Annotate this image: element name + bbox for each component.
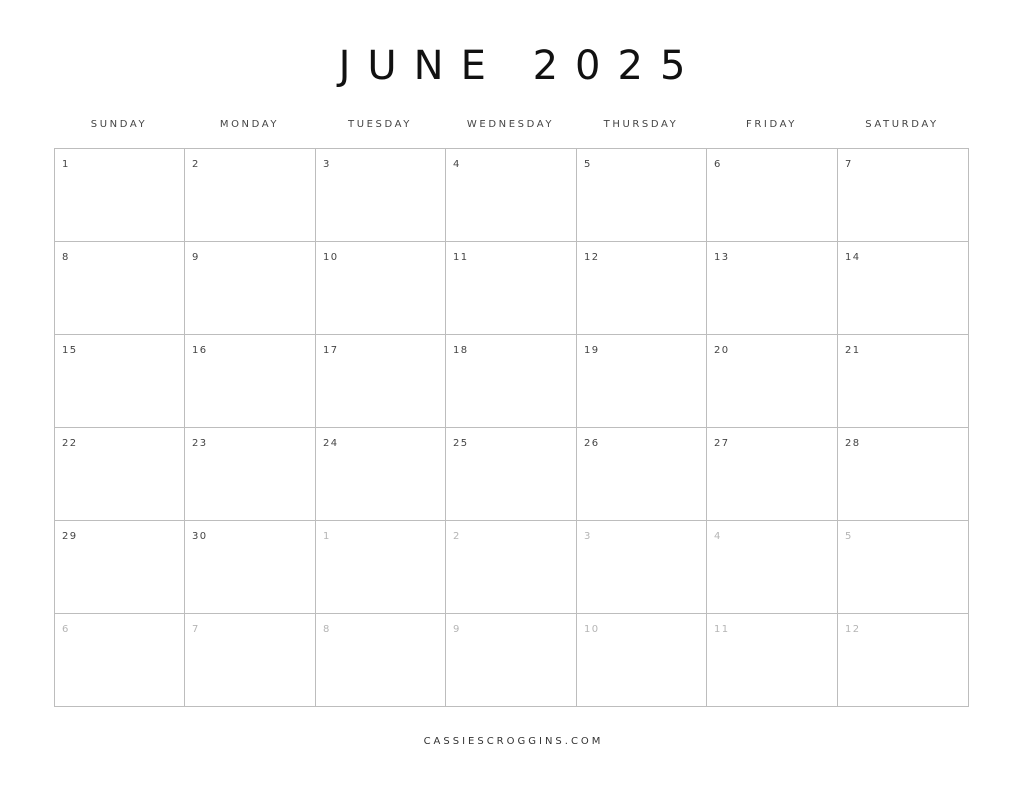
day-number: 19 [584,345,600,356]
weekday-label-thursday: THURSDAY [603,119,679,130]
day-cell-week2-thursday: 12 [577,242,707,335]
day-cell-week5-thursday: 3 [577,521,707,614]
day-cell-week1-tuesday: 3 [316,149,446,242]
day-number: 20 [714,345,730,356]
day-cell-week2-sunday: 8 [55,242,185,335]
day-cell-week3-saturday: 21 [838,335,968,428]
day-number: 11 [714,624,730,635]
day-number: 13 [714,252,730,263]
day-cell-week4-monday: 23 [185,428,316,521]
day-cell-week4-saturday: 28 [838,428,968,521]
day-cell-week1-thursday: 5 [577,149,707,242]
day-number: 14 [845,252,861,263]
day-number: 4 [714,531,722,542]
day-cell-week2-wednesday: 11 [446,242,577,335]
weekday-header-row: SUNDAY MONDAY TUESDAY WEDNESDAY THURSDAY… [54,116,969,136]
day-cell-week6-saturday: 12 [838,614,968,706]
day-number: 4 [453,159,461,170]
day-cell-week4-sunday: 22 [55,428,185,521]
day-number: 2 [453,531,461,542]
day-cell-week4-thursday: 26 [577,428,707,521]
day-number: 3 [584,531,592,542]
day-number: 29 [62,531,78,542]
day-number: 12 [845,624,861,635]
day-cell-week5-wednesday: 2 [446,521,577,614]
day-number: 16 [192,345,208,356]
weekday-label-friday: FRIDAY [746,119,797,130]
day-cell-week5-tuesday: 1 [316,521,446,614]
month-title: JUNE 2025 [338,43,703,89]
day-cell-week6-monday: 7 [185,614,316,706]
day-cell-week5-friday: 4 [707,521,838,614]
day-number: 30 [192,531,208,542]
day-cell-week1-friday: 6 [707,149,838,242]
day-cell-week1-monday: 2 [185,149,316,242]
day-number: 12 [584,252,600,263]
day-number: 22 [62,438,78,449]
day-cell-week6-tuesday: 8 [316,614,446,706]
day-cell-week6-wednesday: 9 [446,614,577,706]
weekday-label-saturday: SATURDAY [865,119,939,130]
day-cell-week5-sunday: 29 [55,521,185,614]
day-number: 8 [62,252,70,263]
day-number: 11 [453,252,469,263]
day-cell-week6-friday: 11 [707,614,838,706]
calendar-grid: 1 2 3 4 5 6 7 8 9 10 11 12 13 14 15 16 17 18 19 20 21 22 23 24 2… [54,148,969,707]
day-number: 7 [845,159,853,170]
day-number: 6 [62,624,70,635]
day-cell-week2-saturday: 14 [838,242,968,335]
day-number: 15 [62,345,78,356]
day-cell-week3-monday: 16 [185,335,316,428]
day-number: 21 [845,345,861,356]
day-cell-week4-wednesday: 25 [446,428,577,521]
day-cell-week6-thursday: 10 [577,614,707,706]
day-number: 1 [62,159,70,170]
day-cell-week1-sunday: 1 [55,149,185,242]
day-cell-week3-friday: 20 [707,335,838,428]
day-number: 18 [453,345,469,356]
day-cell-week3-tuesday: 17 [316,335,446,428]
day-number: 25 [453,438,469,449]
day-number: 27 [714,438,730,449]
day-cell-week3-thursday: 19 [577,335,707,428]
day-number: 28 [845,438,861,449]
day-number: 17 [323,345,339,356]
day-number: 5 [845,531,853,542]
day-number: 3 [323,159,331,170]
day-number: 9 [453,624,461,635]
day-number: 7 [192,624,200,635]
weekday-label-tuesday: TUESDAY [348,119,412,130]
day-number: 26 [584,438,600,449]
day-number: 2 [192,159,200,170]
weekday-label-wednesday: WEDNESDAY [466,119,555,130]
day-cell-week1-wednesday: 4 [446,149,577,242]
day-cell-week5-saturday: 5 [838,521,968,614]
day-cell-week4-tuesday: 24 [316,428,446,521]
day-number: 8 [323,624,331,635]
day-number: 5 [584,159,592,170]
footer-website: CASSIESCROGGINS.COM [423,736,604,747]
day-cell-week5-monday: 30 [185,521,316,614]
day-cell-week3-wednesday: 18 [446,335,577,428]
day-number: 6 [714,159,722,170]
day-number: 23 [192,438,208,449]
day-number: 24 [323,438,339,449]
day-cell-week6-sunday: 6 [55,614,185,706]
weekday-label-sunday: SUNDAY [90,119,148,130]
day-cell-week2-friday: 13 [707,242,838,335]
day-number: 9 [192,252,200,263]
day-cell-week1-saturday: 7 [838,149,968,242]
day-number: 10 [323,252,339,263]
weekday-label-monday: MONDAY [219,119,280,130]
day-number: 1 [323,531,331,542]
day-cell-week3-sunday: 15 [55,335,185,428]
day-cell-week4-friday: 27 [707,428,838,521]
day-number: 10 [584,624,600,635]
day-cell-week2-monday: 9 [185,242,316,335]
day-cell-week2-tuesday: 10 [316,242,446,335]
